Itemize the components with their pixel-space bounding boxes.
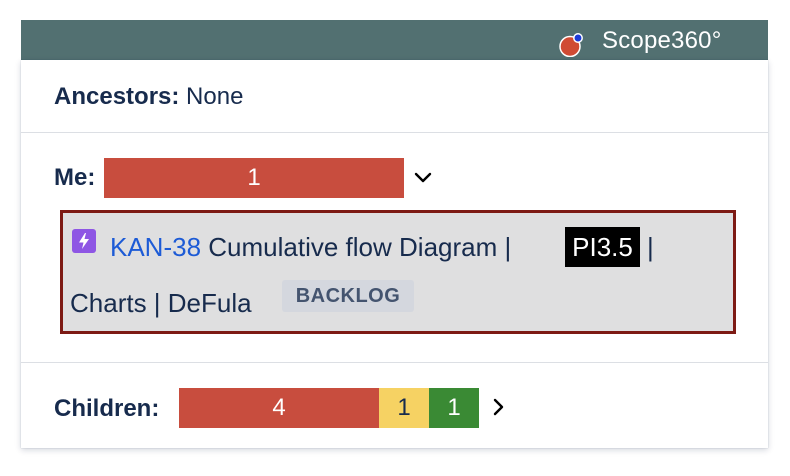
issue-key-link[interactable]: KAN-38 — [110, 232, 201, 262]
chevron-down-icon[interactable] — [412, 166, 434, 188]
issue-title-text: Cumulative flow Diagram | — [208, 232, 512, 262]
children-segment-in-progress[interactable]: 1 — [379, 388, 429, 428]
epic-lightning-icon — [72, 229, 96, 253]
children-label: Children: — [54, 395, 160, 422]
me-label: Me: — [54, 164, 96, 191]
ancestors-row: Ancestors: None — [54, 82, 243, 112]
divider — [21, 362, 768, 363]
pi-tag: PI3.5 — [565, 227, 640, 267]
brand-title: Scope360° — [602, 27, 722, 54]
me-status-bar[interactable]: 1 — [104, 158, 404, 198]
ancestors-value: None — [186, 83, 244, 110]
scope360-logo-icon — [559, 33, 583, 57]
divider — [21, 132, 768, 133]
chevron-right-icon[interactable] — [487, 396, 509, 418]
issue-title-line-2: Charts | DeFula — [70, 288, 252, 318]
children-segment-todo[interactable]: 4 — [179, 388, 379, 428]
issue-title-separator: | — [647, 232, 654, 262]
issue-title-line-1: KAN-38 Cumulative flow Diagram | — [110, 230, 511, 264]
scope360-panel-page: Scope360° Ancestors: None Me: 1 KAN-38 C… — [0, 0, 790, 476]
ancestors-label: Ancestors: — [54, 83, 180, 110]
status-badge: BACKLOG — [282, 280, 414, 312]
children-segment-done[interactable]: 1 — [429, 388, 479, 428]
